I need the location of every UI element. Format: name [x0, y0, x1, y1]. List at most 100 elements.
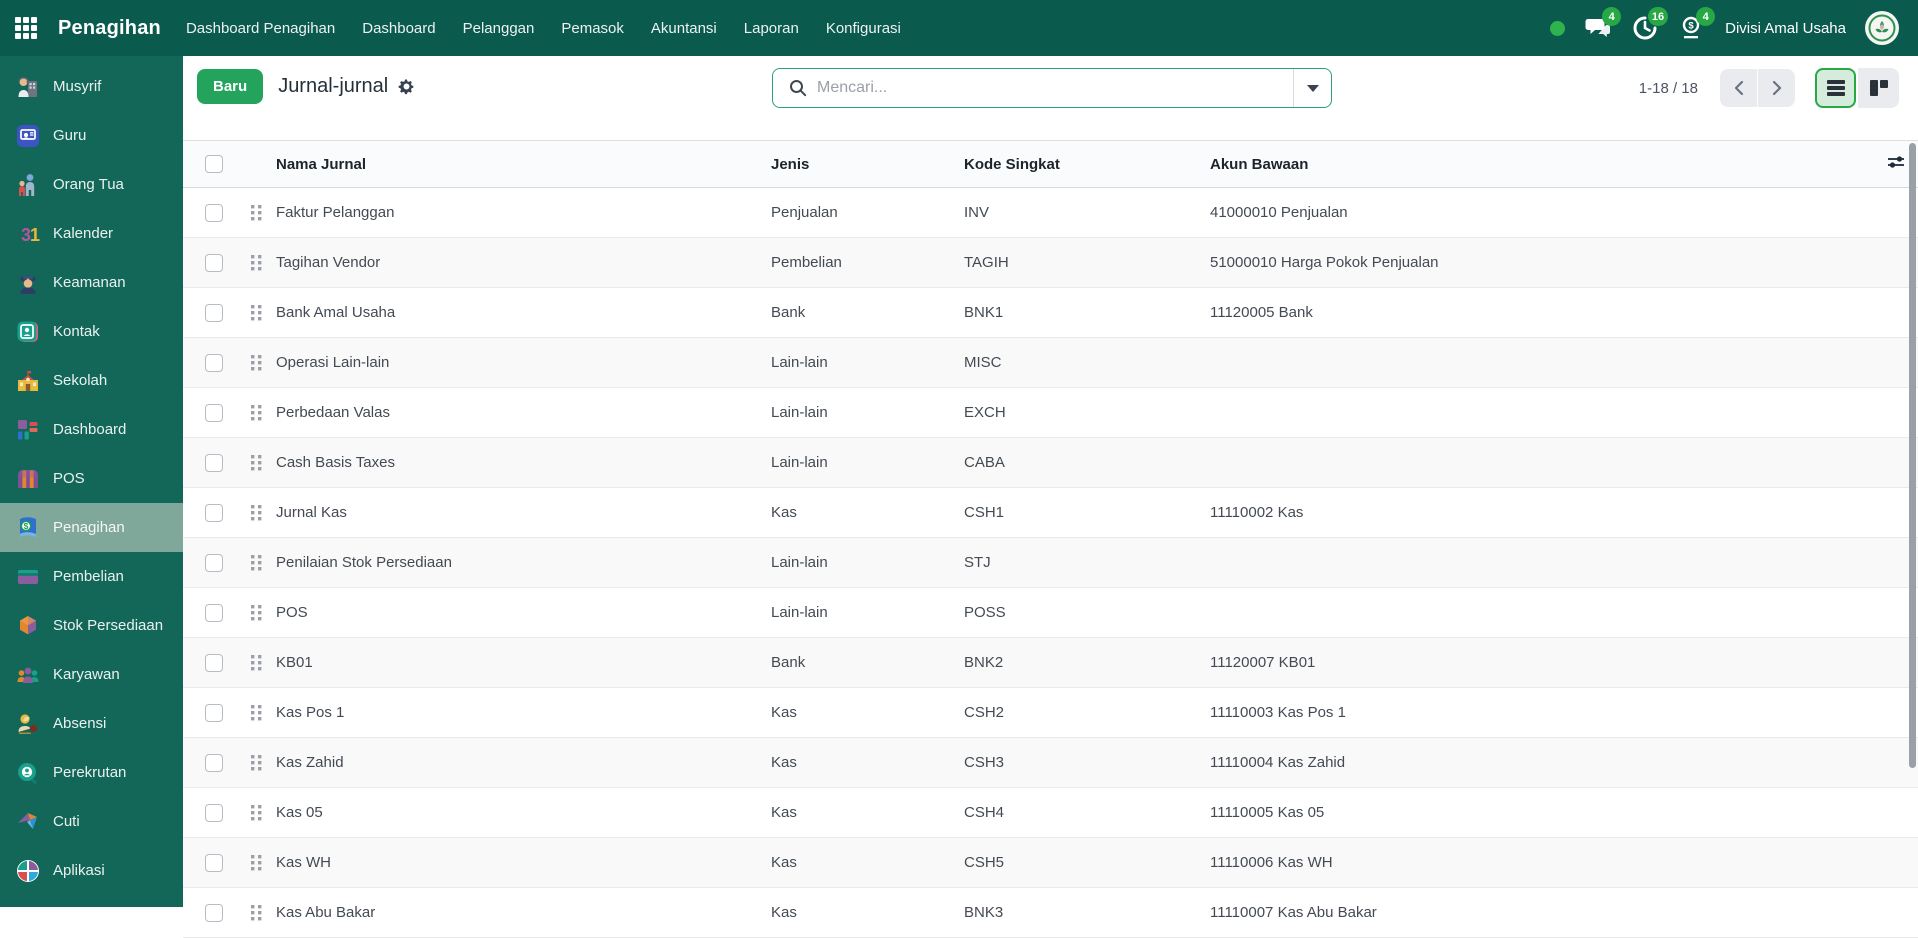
- sidebar-item-stok-persediaan[interactable]: Stok Persediaan: [0, 601, 183, 650]
- table-row[interactable]: KB01 Bank BNK2 11120007 KB01: [183, 638, 1918, 688]
- sidebar-item-kontak[interactable]: Kontak: [0, 307, 183, 356]
- cell-akun-bawaan: 11110005 Kas 05: [1210, 804, 1325, 821]
- row-checkbox[interactable]: [205, 703, 223, 722]
- drag-handle-icon[interactable]: [250, 354, 264, 372]
- row-checkbox[interactable]: [205, 203, 223, 222]
- sidebar-item-orang-tua[interactable]: Orang Tua: [0, 160, 183, 209]
- optional-columns-icon[interactable]: [1887, 154, 1905, 175]
- row-checkbox[interactable]: [205, 553, 223, 572]
- drag-handle-icon[interactable]: [250, 604, 264, 622]
- sidebar-item-kalender[interactable]: 31 Kalender: [0, 209, 183, 258]
- sidebar-item-keamanan[interactable]: Keamanan: [0, 258, 183, 307]
- table-row[interactable]: Cash Basis Taxes Lain-lain CABA: [183, 438, 1918, 488]
- pager-next-button[interactable]: [1758, 69, 1795, 107]
- search-icon: [789, 79, 807, 97]
- kanban-view-button[interactable]: [1858, 68, 1899, 108]
- sidebar-item-perekrutan[interactable]: Perekrutan: [0, 748, 183, 797]
- sidebar-item-penagihan[interactable]: $ Penagihan: [0, 503, 183, 552]
- sidebar-item-label: Guru: [53, 127, 87, 144]
- drag-handle-icon[interactable]: [250, 204, 264, 222]
- drag-handle-icon[interactable]: [250, 654, 264, 672]
- sidebar-item-guru[interactable]: Guru: [0, 111, 183, 160]
- table-row[interactable]: Tagihan Vendor Pembelian TAGIH 51000010 …: [183, 238, 1918, 288]
- table-row[interactable]: Jurnal Kas Kas CSH1 11110002 Kas: [183, 488, 1918, 538]
- table-row[interactable]: Operasi Lain-lain Lain-lain MISC: [183, 338, 1918, 388]
- sidebar-item-partial[interactable]: [0, 895, 183, 907]
- drag-handle-icon[interactable]: [250, 254, 264, 272]
- messages-button[interactable]: 4: [1584, 7, 1622, 42]
- drag-handle-icon[interactable]: [250, 504, 264, 522]
- sidebar-item-karyawan[interactable]: Karyawan: [0, 650, 183, 699]
- column-header-akun-bawaan[interactable]: Akun Bawaan: [1210, 156, 1874, 173]
- search-input[interactable]: [817, 79, 1293, 97]
- sidebar-item-pos[interactable]: POS: [0, 454, 183, 503]
- row-checkbox[interactable]: [205, 803, 223, 822]
- drag-handle-icon[interactable]: [250, 404, 264, 422]
- row-checkbox[interactable]: [205, 453, 223, 472]
- drag-handle-icon[interactable]: [250, 904, 264, 922]
- user-avatar[interactable]: [1865, 11, 1899, 45]
- row-checkbox[interactable]: [205, 353, 223, 372]
- cell-kode-singkat: POSS: [964, 604, 1006, 621]
- sidebar-item-cuti[interactable]: Cuti: [0, 797, 183, 846]
- drag-handle-icon[interactable]: [250, 704, 264, 722]
- gear-icon[interactable]: [398, 78, 415, 95]
- table-row[interactable]: Kas WH Kas CSH5 11110006 Kas WH: [183, 838, 1918, 888]
- drag-handle-icon[interactable]: [250, 554, 264, 572]
- sidebar-item-pembelian[interactable]: Pembelian: [0, 552, 183, 601]
- row-checkbox[interactable]: [205, 753, 223, 772]
- column-header-jenis[interactable]: Jenis: [771, 156, 964, 173]
- new-record-button[interactable]: Baru: [197, 69, 264, 104]
- menu-item-konfigurasi[interactable]: Konfigurasi: [826, 20, 901, 37]
- app-brand[interactable]: Penagihan: [58, 17, 161, 40]
- sidebar-item-label: Kalender: [53, 225, 114, 242]
- sidebar-item-aplikasi[interactable]: Aplikasi: [0, 846, 183, 895]
- menu-item-dashboard-penagihan[interactable]: Dashboard Penagihan: [186, 20, 335, 37]
- sidebar-item-sekolah[interactable]: Sekolah: [0, 356, 183, 405]
- column-header-kode-singkat[interactable]: Kode Singkat: [964, 156, 1210, 173]
- row-checkbox[interactable]: [205, 503, 223, 522]
- cell-nama-jurnal: Kas Zahid: [276, 754, 344, 771]
- menu-item-pelanggan[interactable]: Pelanggan: [463, 20, 535, 37]
- pager-previous-button[interactable]: [1720, 69, 1757, 107]
- table-row[interactable]: Kas 05 Kas CSH4 11110005 Kas 05: [183, 788, 1918, 838]
- row-checkbox[interactable]: [205, 303, 223, 322]
- sidebar-item-musyrif[interactable]: Musyrif: [0, 62, 183, 111]
- row-checkbox[interactable]: [205, 903, 223, 922]
- search-options-toggle[interactable]: [1293, 69, 1331, 107]
- table-row[interactable]: Perbedaan Valas Lain-lain EXCH: [183, 388, 1918, 438]
- activities-button[interactable]: 16: [1631, 7, 1669, 42]
- menu-item-laporan[interactable]: Laporan: [744, 20, 799, 37]
- sidebar-item-absensi[interactable]: Absensi: [0, 699, 183, 748]
- drag-handle-icon[interactable]: [250, 454, 264, 472]
- apps-grid-icon[interactable]: [15, 17, 37, 39]
- vertical-scrollbar[interactable]: [1909, 143, 1916, 768]
- drag-handle-icon[interactable]: [250, 304, 264, 322]
- cell-jenis: Kas: [771, 804, 797, 821]
- table-row[interactable]: POS Lain-lain POSS: [183, 588, 1918, 638]
- select-all-checkbox[interactable]: [205, 155, 223, 173]
- row-checkbox[interactable]: [205, 853, 223, 872]
- table-row[interactable]: Bank Amal Usaha Bank BNK1 11120005 Bank: [183, 288, 1918, 338]
- table-row[interactable]: Kas Zahid Kas CSH3 11110004 Kas Zahid: [183, 738, 1918, 788]
- row-checkbox[interactable]: [205, 253, 223, 272]
- list-view-button[interactable]: [1815, 68, 1856, 108]
- table-header: Nama Jurnal Jenis Kode Singkat Akun Bawa…: [183, 140, 1918, 188]
- row-checkbox[interactable]: [205, 403, 223, 422]
- money-button[interactable]: $ 4: [1678, 7, 1716, 42]
- company-switcher[interactable]: Divisi Amal Usaha: [1725, 20, 1846, 37]
- menu-item-pemasok[interactable]: Pemasok: [561, 20, 624, 37]
- menu-item-akuntansi[interactable]: Akuntansi: [651, 20, 717, 37]
- drag-handle-icon[interactable]: [250, 854, 264, 872]
- row-checkbox[interactable]: [205, 653, 223, 672]
- sidebar-item-dashboard[interactable]: Dashboard: [0, 405, 183, 454]
- drag-handle-icon[interactable]: [250, 804, 264, 822]
- column-header-nama-jurnal[interactable]: Nama Jurnal: [271, 156, 771, 173]
- table-row[interactable]: Kas Pos 1 Kas CSH2 11110003 Kas Pos 1: [183, 688, 1918, 738]
- row-checkbox[interactable]: [205, 603, 223, 622]
- table-row[interactable]: Penilaian Stok Persediaan Lain-lain STJ: [183, 538, 1918, 588]
- table-row[interactable]: Faktur Pelanggan Penjualan INV 41000010 …: [183, 188, 1918, 238]
- drag-handle-icon[interactable]: [250, 754, 264, 772]
- menu-item-dashboard[interactable]: Dashboard: [362, 20, 435, 37]
- table-row[interactable]: Kas Abu Bakar Kas BNK3 11110007 Kas Abu …: [183, 888, 1918, 938]
